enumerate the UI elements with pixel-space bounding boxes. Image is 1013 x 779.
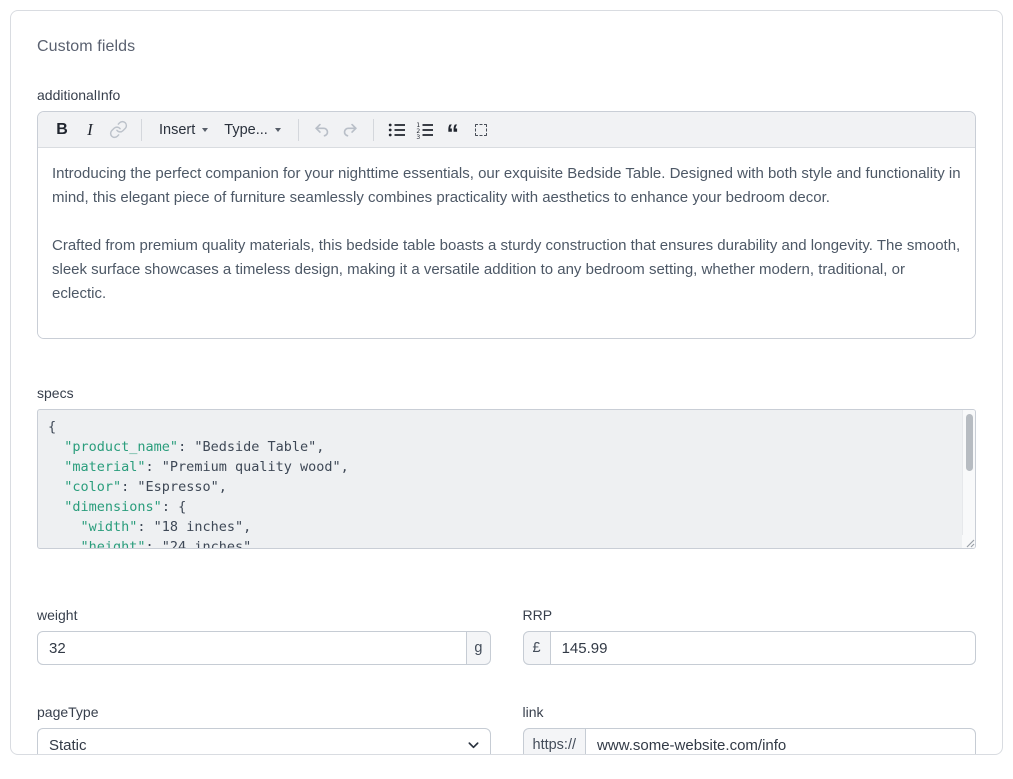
insert-dropdown-label: Insert (159, 122, 195, 138)
link-field-group: link https:// (523, 704, 977, 755)
specs-scrollbar[interactable] (962, 410, 975, 548)
svg-text:3: 3 (416, 134, 420, 140)
chevron-down-icon (275, 128, 281, 132)
code-block-icon (475, 124, 487, 136)
toolbar-divider (141, 119, 142, 141)
page-type-select[interactable]: Static (37, 728, 491, 755)
bold-button[interactable]: B (48, 116, 76, 144)
rrp-field-group: RRP £ (523, 607, 977, 665)
weight-field-group: weight g (37, 607, 491, 665)
bullet-list-icon (387, 120, 407, 140)
specs-label: specs (37, 385, 976, 401)
toolbar-divider (373, 119, 374, 141)
link-input[interactable] (585, 728, 976, 755)
blockquote-button[interactable]: “ (439, 116, 467, 144)
weight-input[interactable] (37, 631, 467, 665)
currency-addon: £ (523, 631, 551, 665)
bullet-list-button[interactable] (383, 116, 411, 144)
editor-toolbar: B I Insert Type... (38, 112, 975, 148)
rrp-input[interactable] (550, 631, 976, 665)
type-dropdown-label: Type... (224, 122, 268, 138)
scrollbar-thumb[interactable] (966, 414, 973, 471)
custom-fields-card: Custom fields additionalInfo B I Insert … (10, 10, 1003, 755)
numbered-list-button[interactable]: 1 2 3 (411, 116, 439, 144)
numbered-list-icon: 1 2 3 (415, 120, 435, 140)
page-type-field-group: pageType Static (37, 704, 491, 755)
editor-paragraph: Crafted from premium quality materials, … (52, 234, 961, 306)
rich-text-editor: B I Insert Type... (37, 111, 976, 339)
insert-dropdown[interactable]: Insert (151, 116, 216, 144)
toolbar-divider (298, 119, 299, 141)
type-dropdown[interactable]: Type... (216, 116, 289, 144)
italic-button[interactable]: I (76, 116, 104, 144)
page-type-label: pageType (37, 704, 491, 720)
code-block-button[interactable] (467, 116, 495, 144)
undo-icon (312, 120, 332, 140)
rich-text-content[interactable]: Introducing the perfect companion for yo… (38, 148, 975, 338)
link-label: link (523, 704, 977, 720)
page-title: Custom fields (37, 38, 976, 56)
weight-unit-addon: g (466, 631, 490, 665)
undo-button[interactable] (308, 116, 336, 144)
chevron-down-icon (202, 128, 208, 132)
blockquote-icon: “ (447, 122, 460, 147)
redo-icon (340, 120, 360, 140)
link-icon (109, 120, 128, 139)
rrp-label: RRP (523, 607, 977, 623)
specs-code: { "product_name": "Bedside Table", "mate… (48, 417, 949, 549)
weight-label: weight (37, 607, 491, 623)
specs-code-textarea[interactable]: { "product_name": "Bedside Table", "mate… (37, 409, 976, 549)
link-button[interactable] (104, 116, 132, 144)
redo-button[interactable] (336, 116, 364, 144)
protocol-addon: https:// (523, 728, 587, 755)
resize-handle-icon[interactable] (962, 535, 975, 548)
editor-paragraph: Introducing the perfect companion for yo… (52, 162, 961, 210)
additional-info-label: additionalInfo (37, 87, 976, 103)
